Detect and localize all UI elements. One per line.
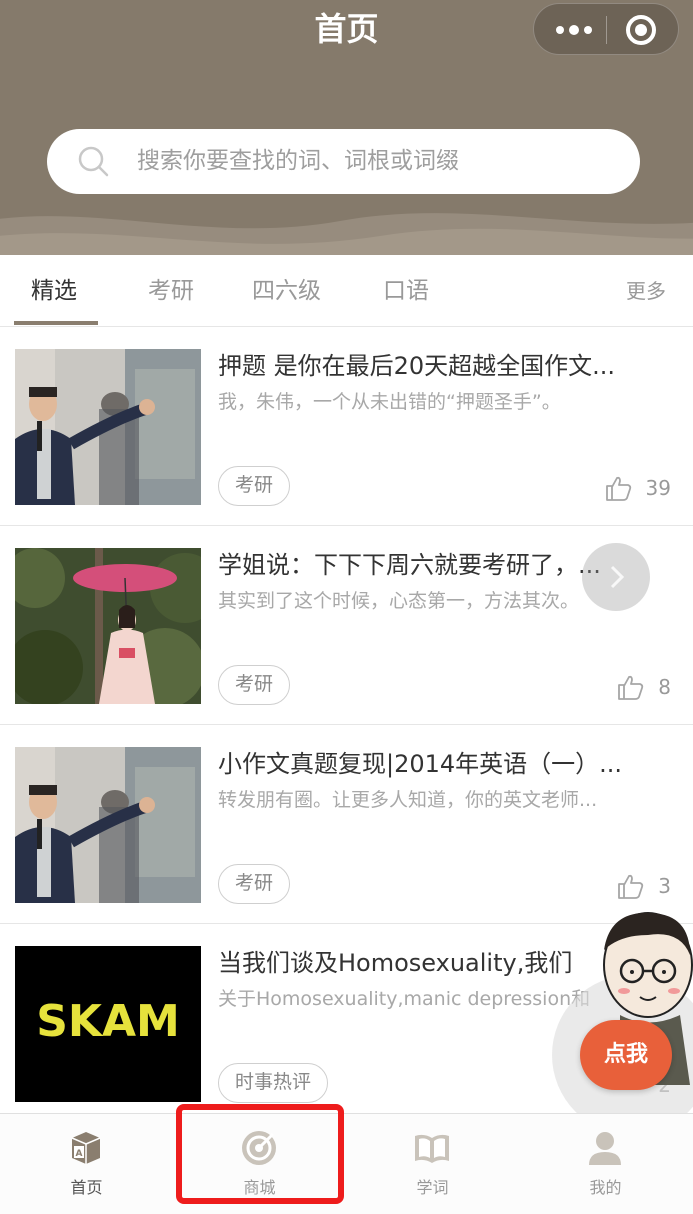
tab-oral[interactable]: 口语 [383,255,429,327]
article-tag[interactable]: 考研 [218,864,291,904]
article-thumbnail [15,548,201,704]
nav-label: 学词 [416,1178,449,1197]
like-counter[interactable]: 3 [616,869,671,903]
article-title[interactable]: 押题 是你在最后20天超越全国作文... [218,349,668,383]
svg-text:A: A [76,1149,83,1159]
search-bar[interactable]: 搜索你要查找的词、词根或词缀 [47,129,640,194]
thumbs-up-icon [618,675,644,700]
tab-cet[interactable]: 四六级 [252,255,321,327]
nav-label: 首页 [70,1178,103,1197]
article-description: 转发朋有圈。让更多人知道，你的英文老师... [218,789,598,811]
person-icon [589,1132,621,1165]
like-counter[interactable]: 39 [604,471,671,505]
category-tabs: 精选 考研 四六级 口语 更多 [0,255,693,327]
tab-kaoyan[interactable]: 考研 [148,255,194,327]
nav-label: 我的 [589,1178,622,1197]
active-tab-indicator [14,321,98,325]
close-target-icon[interactable] [626,15,656,45]
search-icon [78,146,109,177]
article-description: 关于Homosexuality,manic depression和 [218,988,591,1010]
more-icon[interactable] [554,4,594,56]
feed-item[interactable]: 押题 是你在最后20天超越全国作文... 我，朱伟，一个从未出错的“押题圣手”。… [0,327,693,526]
article-title[interactable]: 当我们谈及Homosexuality,我们 [218,946,598,980]
capsule-divider [606,16,607,44]
article-tag[interactable]: 考研 [218,665,291,705]
article-thumbnail [15,747,201,903]
skam-logo-text: SKAM [36,996,180,1047]
article-thumbnail: SKAM [15,946,201,1102]
search-placeholder: 搜索你要查找的词、词根或词缀 [137,148,459,174]
cube-a-icon: A [71,1132,101,1164]
miniprogram-capsule [533,3,679,55]
floating-scroll-button[interactable] [582,543,650,611]
like-counter[interactable]: 8 [616,670,671,704]
tab-featured[interactable]: 精选 [31,255,77,327]
article-description: 我，朱伟，一个从未出错的“押题圣手”。 [218,391,561,413]
like-count: 3 [658,874,671,898]
click-me-button[interactable]: 点我 [580,1020,672,1090]
header-wave-decoration [0,213,693,255]
like-count: 39 [645,476,671,500]
feed-item[interactable]: 小作文真题复现|2014年英语（一）... 转发朋有圈。让更多人知道，你的英文老… [0,725,693,924]
nav-learn-words[interactable]: 学词 [346,1114,519,1204]
thumbs-up-icon [618,874,644,899]
article-tag[interactable]: 考研 [218,466,291,506]
like-count: 8 [658,675,671,699]
nav-profile[interactable]: 我的 [519,1114,692,1204]
article-tag[interactable]: 时事热评 [218,1063,329,1103]
thumbs-up-icon [605,476,631,501]
article-thumbnail [15,349,201,505]
book-icon [415,1134,449,1163]
article-title[interactable]: 小作文真题复现|2014年英语（一）... [218,747,668,781]
tab-more[interactable]: 更多 [626,255,666,327]
bottom-nav: A 首页 商城 学词 我的 [0,1113,693,1214]
chevron-right-icon [610,565,625,589]
nav-home[interactable]: A 首页 [0,1114,173,1204]
highlight-box [176,1104,344,1204]
header: 首页 搜索你要查找的词、词根或词缀 [0,0,693,255]
